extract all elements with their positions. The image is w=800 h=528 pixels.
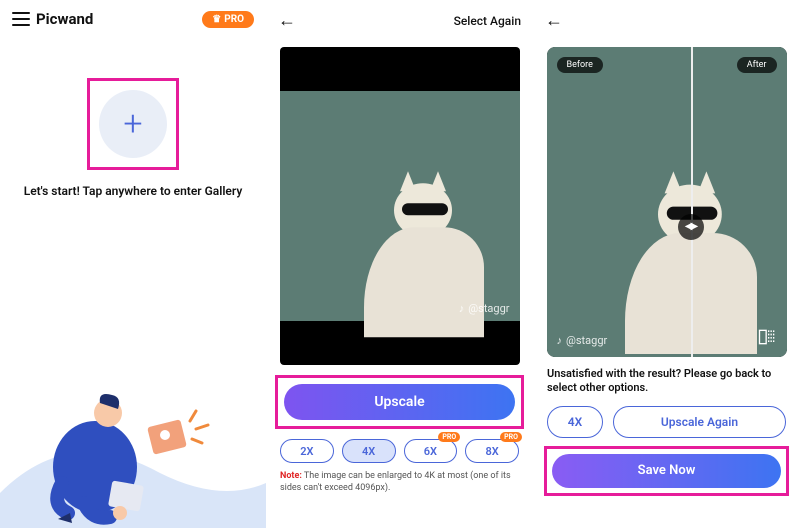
- back-icon[interactable]: ←: [545, 10, 563, 31]
- note-text: The image can be enlarged to 4K at most …: [280, 471, 511, 493]
- pro-badge[interactable]: ♛ PRO: [202, 11, 254, 28]
- result-scale-pill[interactable]: 4X: [547, 406, 603, 438]
- before-label: Before: [557, 57, 603, 73]
- crown-icon: ♛: [212, 14, 221, 25]
- watermark: @staggr: [459, 302, 510, 315]
- scale-4x[interactable]: 4X: [342, 439, 396, 463]
- watermark: @staggr: [557, 334, 608, 347]
- image-preview: @staggr: [280, 47, 520, 365]
- result-options: 4X Upscale Again: [547, 406, 786, 438]
- app-title: Picwand: [36, 10, 93, 28]
- compare-image: [547, 47, 787, 357]
- result-panel: ← Before After ◀▶ @staggr Unsatisfied wi: [533, 0, 800, 528]
- watermark-text: @staggr: [468, 302, 509, 315]
- compare-slider-handle[interactable]: ◀▶: [678, 214, 704, 240]
- pro-label: PRO: [224, 14, 244, 25]
- pro-tag: PRO: [500, 432, 522, 442]
- upscale-highlight: Upscale: [275, 375, 524, 429]
- home-illustration: [0, 363, 266, 528]
- scale-2x[interactable]: 2X: [280, 439, 334, 463]
- image-content: [280, 91, 520, 321]
- back-icon[interactable]: ←: [278, 10, 296, 31]
- home-header: Picwand ♛ PRO: [0, 0, 266, 28]
- compare-mode-icon[interactable]: [757, 327, 777, 347]
- after-label: After: [737, 57, 777, 73]
- add-circle[interactable]: +: [99, 90, 167, 158]
- start-text: Let's start! Tap anywhere to enter Galle…: [0, 184, 266, 198]
- scale-6x[interactable]: 6XPRO: [404, 439, 458, 463]
- plus-icon: +: [123, 107, 142, 141]
- resolution-note: Note: The image can be enlarged to 4K at…: [280, 471, 519, 494]
- result-header: ←: [533, 0, 800, 41]
- tutorial-highlight: +: [87, 78, 179, 170]
- watermark-text: @staggr: [566, 334, 607, 347]
- header-left: Picwand: [12, 10, 93, 28]
- upscale-again-button[interactable]: Upscale Again: [613, 406, 786, 438]
- save-highlight: Save Now: [544, 446, 789, 496]
- menu-icon[interactable]: [12, 12, 30, 26]
- pro-tag: PRO: [438, 432, 460, 442]
- compare-preview[interactable]: Before After ◀▶ @staggr: [547, 47, 787, 357]
- upscale-header: ← Select Again: [266, 0, 533, 41]
- music-note-icon: [459, 302, 465, 315]
- music-note-icon: [557, 334, 563, 347]
- home-panel: Picwand ♛ PRO + Let's start! Tap anywher…: [0, 0, 266, 528]
- save-now-button[interactable]: Save Now: [552, 454, 781, 488]
- unsatisfied-text: Unsatisfied with the result? Please go b…: [547, 367, 786, 396]
- compare-divider: [691, 47, 693, 357]
- scale-options: 2X 4X 6XPRO 8XPRO: [280, 439, 519, 463]
- scale-8x[interactable]: 8XPRO: [465, 439, 519, 463]
- upscale-button[interactable]: Upscale: [284, 384, 515, 420]
- add-image-area[interactable]: + Let's start! Tap anywhere to enter Gal…: [0, 78, 266, 198]
- upscale-panel: ← Select Again @staggr Upscale 2X 4X 6XP…: [266, 0, 533, 528]
- select-again-button[interactable]: Select Again: [454, 14, 521, 28]
- note-prefix: Note:: [280, 471, 302, 481]
